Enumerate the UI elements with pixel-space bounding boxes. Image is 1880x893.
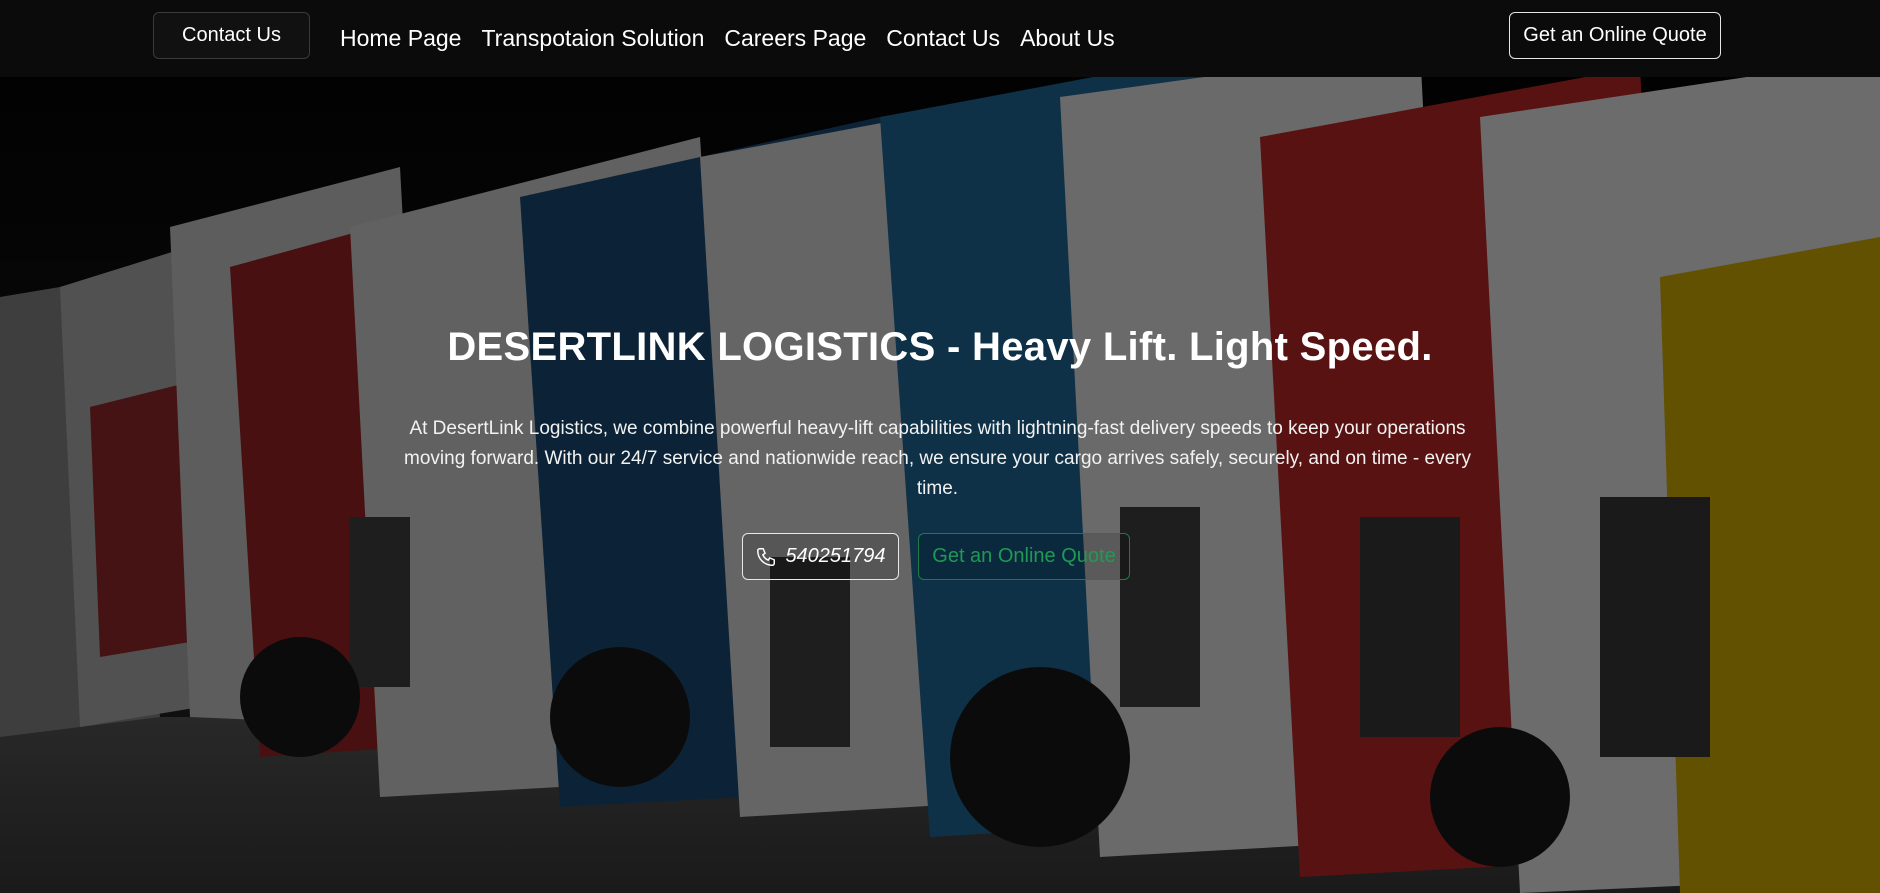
nav-link-about[interactable]: About Us <box>1010 20 1125 56</box>
phone-icon <box>757 547 776 566</box>
phone-call-button[interactable]: 540251794 <box>742 533 899 580</box>
nav-link-transportation-solution[interactable]: Transpotaion Solution <box>471 20 714 56</box>
nav-links: Home Page Transpotaion Solution Careers … <box>340 20 1125 56</box>
nav-get-quote-button[interactable]: Get an Online Quote <box>1509 12 1721 59</box>
hero-title: DESERTLINK LOGISTICS - Heavy Lift. Light… <box>447 325 1433 369</box>
hero-description: At DesertLink Logistics, we combine powe… <box>404 418 1471 499</box>
hero-get-quote-button[interactable]: Get an Online Quote <box>918 533 1130 580</box>
nav-link-careers[interactable]: Careers Page <box>714 20 876 56</box>
nav-link-home[interactable]: Home Page <box>340 20 471 56</box>
phone-number: 540251794 <box>785 545 886 567</box>
hero-section: DESERTLINK LOGISTICS - Heavy Lift. Light… <box>0 77 1880 893</box>
top-navbar: Contact Us Home Page Transpotaion Soluti… <box>0 0 1880 77</box>
nav-link-contact[interactable]: Contact Us <box>876 20 1010 56</box>
nav-contact-us-button[interactable]: Contact Us <box>153 12 310 59</box>
